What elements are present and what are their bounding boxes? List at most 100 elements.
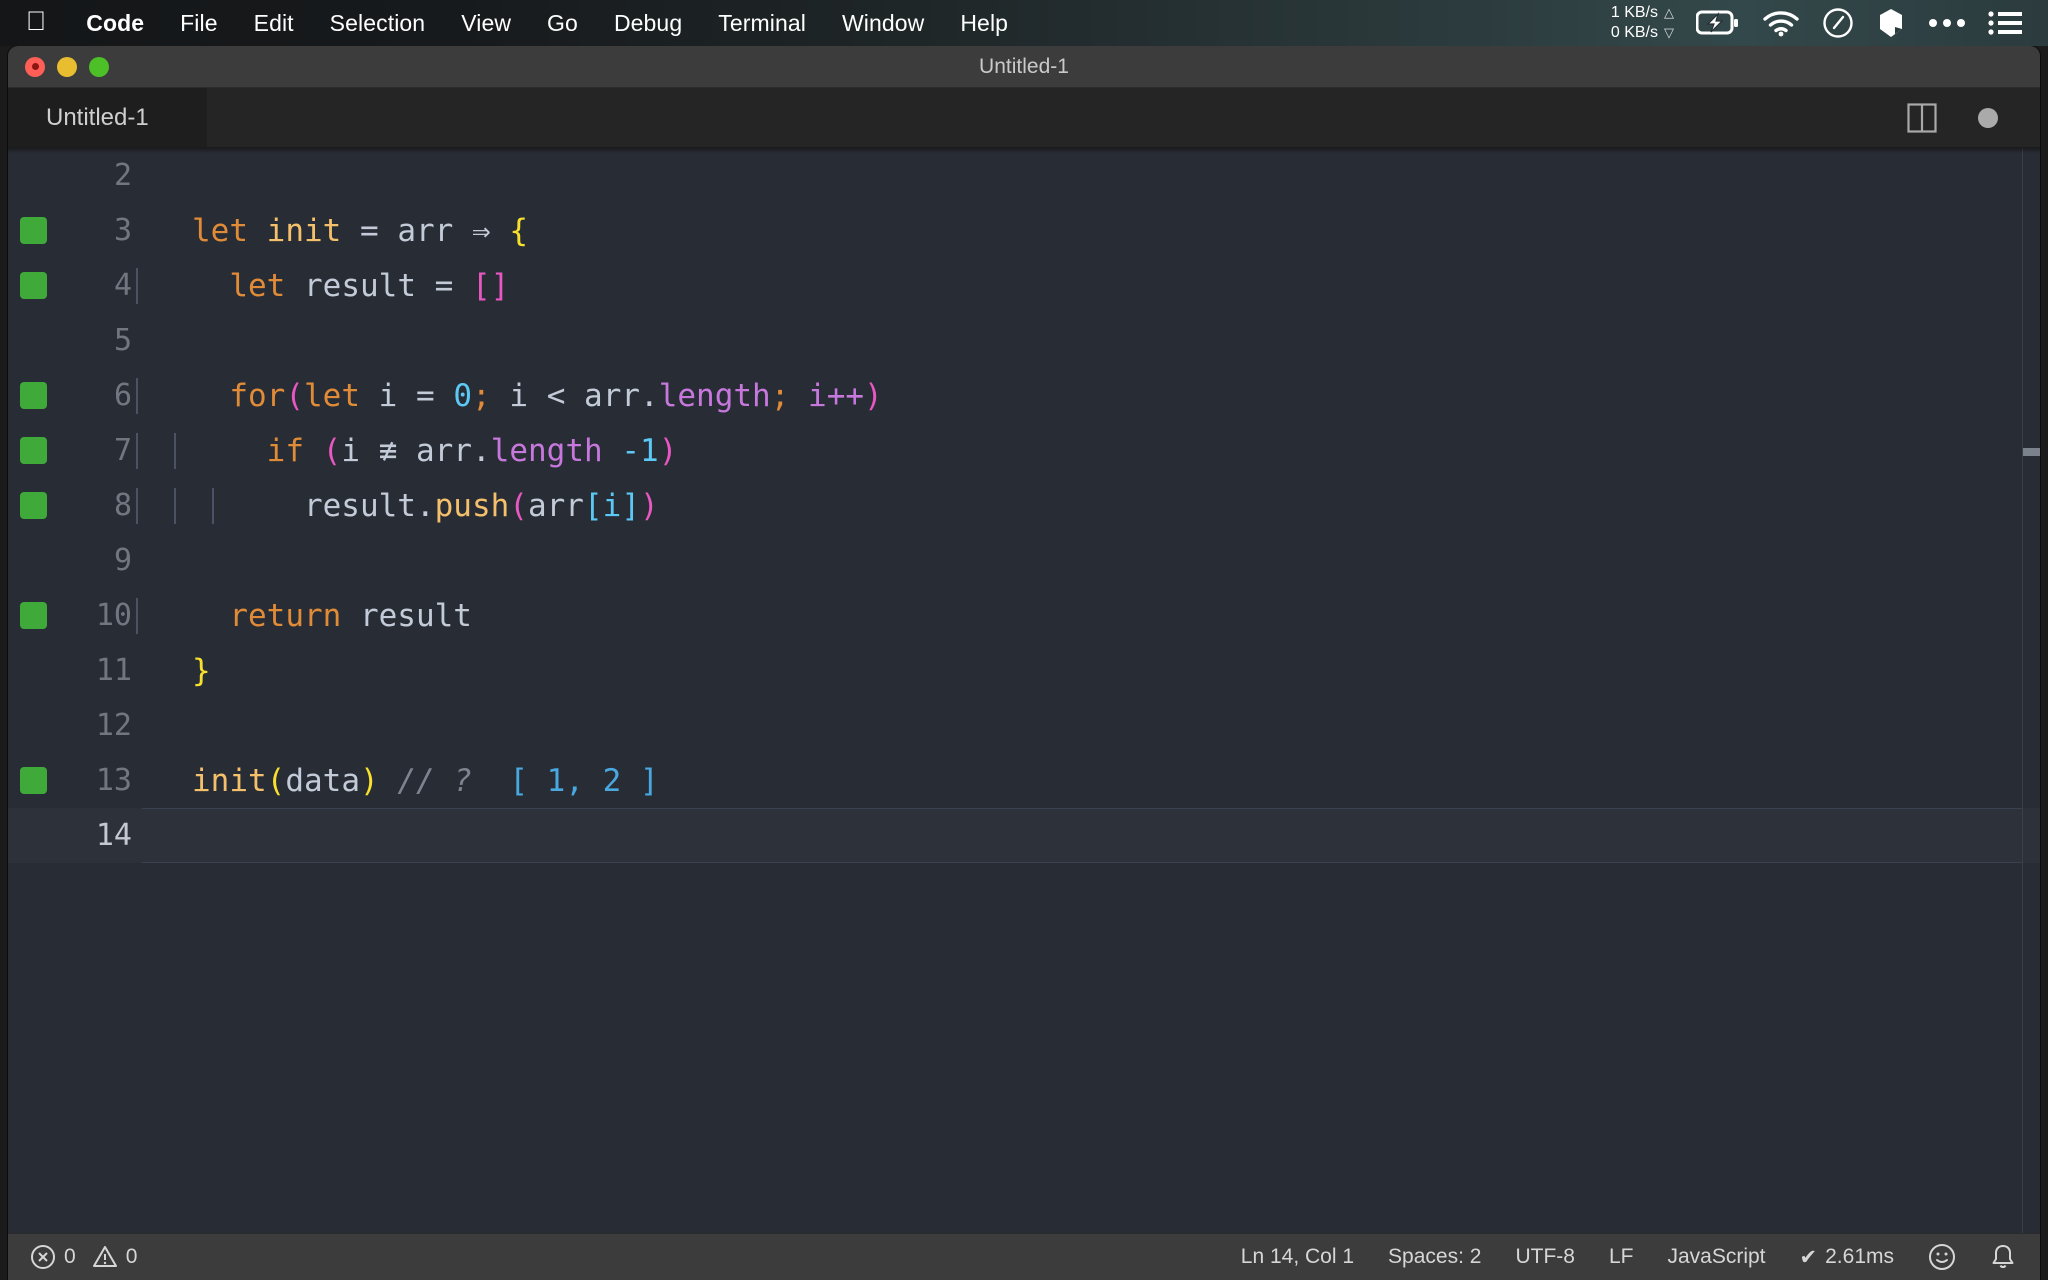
code-editor[interactable]: 2 3 let init = arr ⇒ { 4 let result = []… (8, 148, 2040, 1233)
language-mode[interactable]: JavaScript (1667, 1245, 1765, 1269)
token-variable: i (602, 487, 622, 524)
menu-item-selection[interactable]: Selection (312, 10, 444, 37)
code-line[interactable]: 2 (8, 148, 2040, 203)
token-dot: . (415, 487, 435, 524)
token-keyword: let (304, 377, 360, 414)
line-content[interactable]: let result = [] (136, 267, 2040, 304)
battery-charging-icon[interactable] (1696, 10, 1740, 36)
token-operator: = (434, 267, 454, 304)
encoding-setting[interactable]: UTF-8 (1515, 1245, 1575, 1269)
wifi-icon[interactable] (1762, 9, 1800, 37)
code-line[interactable]: 6 for(let i = 0; i < arr.length; i++) (8, 368, 2040, 423)
token-paren: ( (509, 487, 528, 524)
code-line[interactable]: 13 init(data) // ? [ 1, 2 ] (8, 753, 2040, 808)
token-method: push (434, 487, 510, 524)
quokka-runtime-indicator[interactable]: ✔ 2.61ms (1800, 1245, 1894, 1270)
code-line[interactable]: 11 } (8, 643, 2040, 698)
error-count: 0 (64, 1245, 76, 1268)
token-dot: . (472, 432, 491, 469)
coverage-glyph (8, 602, 58, 629)
menu-item-go[interactable]: Go (529, 10, 596, 37)
quokka-run-time: 2.61ms (1825, 1245, 1894, 1268)
token-keyword: if (266, 432, 304, 469)
macos-menu-bar:  Code File Edit Selection View Go Debug… (0, 0, 2048, 46)
token-array-literal: [] (472, 267, 510, 304)
token-paren: ( (266, 762, 286, 799)
token-paren: ) (864, 377, 883, 414)
token-keyword: let (192, 212, 248, 249)
token-keyword: return (229, 597, 342, 634)
menu-item-code[interactable]: Code (68, 10, 162, 37)
token-variable: i (341, 432, 360, 469)
line-number: 8 (113, 488, 132, 523)
token-paren: ( (322, 432, 342, 469)
status-bar: 0 0 Ln 14, Col 1 Spaces: 2 UTF-8 LF Java… (8, 1233, 2040, 1280)
maximize-button[interactable] (89, 56, 109, 77)
bell-icon[interactable] (1990, 1243, 2016, 1271)
code-line[interactable]: 8 result.push(arr[i]) (8, 478, 2040, 533)
menu-item-terminal[interactable]: Terminal (700, 10, 824, 37)
token-operator: = (360, 212, 379, 249)
token-argument: data (285, 762, 360, 799)
unsaved-dot-icon[interactable] (1978, 107, 1998, 128)
vscode-window: Untitled-1 Untitled-1 2 3 let init = arr… (8, 46, 2040, 1280)
editor-vertical-scrollbar[interactable] (2022, 148, 2040, 1233)
line-content[interactable]: let init = arr ⇒ { (136, 213, 2040, 249)
clock-icon[interactable] (1822, 7, 1854, 39)
tab-untitled-1[interactable]: Untitled-1 (8, 88, 208, 147)
download-arrow-icon: ▽ (1664, 25, 1674, 40)
token-operator: - (621, 432, 641, 469)
token-paren: ) (639, 487, 659, 524)
coverage-glyph (8, 492, 58, 519)
control-center-list-icon[interactable] (1988, 10, 2022, 36)
line-content[interactable]: } (136, 653, 2040, 689)
status-bar-right: Ln 14, Col 1 Spaces: 2 UTF-8 LF JavaScri… (1241, 1243, 2016, 1271)
code-line[interactable]: 9 (8, 533, 2040, 588)
menu-item-window[interactable]: Window (824, 10, 942, 37)
menu-item-file[interactable]: File (162, 10, 235, 37)
apple-logo-icon[interactable]:  (26, 7, 46, 35)
menu-item-debug[interactable]: Debug (596, 10, 700, 37)
line-number: 2 (113, 158, 132, 193)
menu-item-help[interactable]: Help (942, 10, 1026, 37)
code-line[interactable]: 10 return result (8, 588, 2040, 643)
token-bracket: ] (621, 487, 640, 524)
code-line[interactable]: 5 (8, 313, 2040, 368)
close-button[interactable] (25, 56, 45, 77)
line-content[interactable]: result.push(arr[i]) (136, 487, 2040, 524)
problems-indicator[interactable]: 0 0 (30, 1244, 137, 1270)
scrollbar-thumb[interactable] (2023, 448, 2040, 456)
line-content[interactable]: if (i ≢ arr.length -1) (136, 432, 2040, 469)
smiley-icon[interactable] (1928, 1243, 1956, 1271)
window-title: Untitled-1 (979, 54, 1069, 78)
split-editor-icon[interactable] (1906, 102, 1938, 134)
code-line[interactable]: 4 let result = [] (8, 258, 2040, 313)
line-content[interactable]: return result (136, 597, 2040, 634)
menu-item-view[interactable]: View (443, 10, 529, 37)
minimize-button[interactable] (57, 56, 77, 77)
code-line[interactable]: 7 if (i ≢ arr.length -1) (8, 423, 2040, 478)
warning-count: 0 (125, 1245, 138, 1268)
menu-item-edit[interactable]: Edit (236, 10, 312, 37)
code-line[interactable]: 3 let init = arr ⇒ { (8, 203, 2040, 258)
upload-arrow-icon: △ (1664, 5, 1674, 20)
line-number: 6 (113, 378, 132, 413)
line-content[interactable]: for(let i = 0; i < arr.length; i++) (136, 377, 2040, 414)
eol-setting[interactable]: LF (1609, 1245, 1634, 1269)
ellipsis-icon[interactable] (1928, 17, 1966, 29)
token-keyword: for (229, 377, 286, 414)
token-variable: result (304, 267, 416, 304)
token-increment: i++ (808, 377, 865, 414)
dropbox-icon[interactable] (1876, 7, 1906, 39)
code-line-current[interactable]: 14 (8, 808, 2040, 863)
token-function-call: init (192, 762, 267, 799)
network-speed-indicator[interactable]: 1 KB/s 0 KB/s △ ▽ (1611, 3, 1674, 43)
cursor-position[interactable]: Ln 14, Col 1 (1241, 1245, 1354, 1269)
line-number: 12 (95, 708, 132, 743)
line-number: 10 (95, 598, 132, 633)
indentation-setting[interactable]: Spaces: 2 (1388, 1245, 1481, 1269)
code-line[interactable]: 12 (8, 698, 2040, 753)
line-number: 14 (95, 818, 132, 853)
token-number: 1 (640, 432, 659, 469)
line-content[interactable]: init(data) // ? [ 1, 2 ] (136, 763, 2040, 799)
